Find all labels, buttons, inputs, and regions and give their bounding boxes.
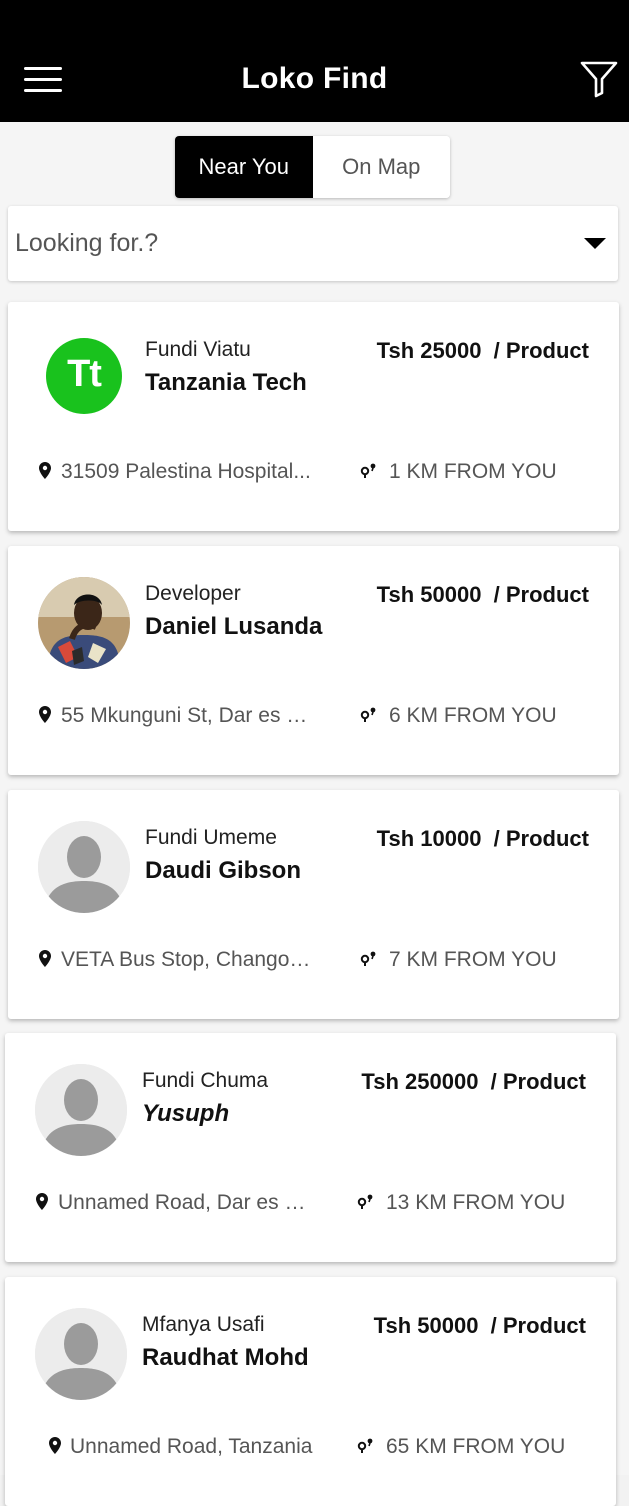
listing-price: Tsh 10000 / Product [376,826,589,851]
listing-distance: 65 KM FROM YOU [386,1435,566,1458]
listing-price: Tsh 50000 / Product [376,582,589,607]
listing-address: 55 Mkunguni St, Dar es Sa... [61,704,316,727]
listing-name: Daniel Lusanda [145,613,323,640]
main-content: Near You On Map Looking for.? Tt Fundi V… [0,122,629,1506]
distance-pin-icon [360,707,376,722]
tab-near-you[interactable]: Near You [175,136,313,198]
tab-on-map[interactable]: On Map [312,136,450,198]
listing-address: 31509 Palestina Hospital... [61,460,311,483]
default-user-avatar-icon [38,821,130,913]
listing-category: Developer [145,582,241,605]
distance-pin-icon [357,1438,373,1453]
distance-pin-icon [360,951,376,966]
listing-name: Raudhat Mohd [142,1344,309,1371]
distance-pin-icon [357,1194,373,1209]
looking-for-placeholder: Looking for.? [15,229,159,257]
listing-distance: 7 KM FROM YOU [389,948,557,971]
listing-category: Fundi Chuma [142,1069,269,1092]
listing-name: Daudi Gibson [145,857,301,884]
listing-price: Tsh 250000 / Product [361,1069,586,1094]
listing-distance: 13 KM FROM YOU [386,1191,566,1214]
listing-category: Fundi Viatu [145,338,251,361]
location-pin-icon [39,950,51,967]
distance-pin-icon [360,463,376,478]
default-user-avatar-icon [35,1308,127,1400]
listing-card[interactable]: Mfanya Usafi Raudhat Mohd Tsh 50000 / Pr… [5,1277,616,1506]
profile-photo-avatar [38,577,130,669]
listing-address: Unnamed Road, Tanzania [70,1435,313,1458]
listing-distance: 6 KM FROM YOU [389,704,557,727]
listing-card[interactable]: Fundi Umeme Daudi Gibson Tsh 10000 / Pro… [8,790,619,1019]
location-pin-icon [39,706,51,723]
location-pin-icon [49,1437,61,1454]
listing-name: Tanzania Tech [145,369,307,396]
location-pin-icon [39,462,51,479]
app-title: Loko Find [241,62,388,95]
listing-price: Tsh 50000 / Product [373,1313,586,1338]
dropdown-caret-icon [584,238,606,249]
view-toggle: Near You On Map [175,136,450,198]
listing-card[interactable]: Developer Daniel Lusanda Tsh 50000 / Pro… [8,546,619,775]
default-user-avatar-icon [35,1064,127,1156]
location-pin-icon [36,1193,48,1210]
listing-address: VETA Bus Stop, Changom... [61,948,316,971]
app-header: Loko Find [0,0,629,122]
listing-distance: 1 KM FROM YOU [389,460,557,483]
listing-category: Mfanya Usafi [142,1313,265,1336]
filter-funnel-icon[interactable] [579,60,619,98]
listing-name: Yusuph [142,1100,230,1127]
listing-card[interactable]: Tt Fundi Viatu Tanzania Tech Tsh 25000 /… [8,302,619,531]
listing-address: Unnamed Road, Dar es Sa... [58,1191,313,1214]
listing-card[interactable]: Fundi Chuma Yusuph Tsh 250000 / Product … [5,1033,616,1262]
listing-price: Tsh 25000 / Product [376,338,589,363]
tanzania-tech-logo-icon: Tt [46,338,122,414]
listing-category: Fundi Umeme [145,826,277,849]
looking-for-dropdown[interactable]: Looking for.? [8,206,618,281]
